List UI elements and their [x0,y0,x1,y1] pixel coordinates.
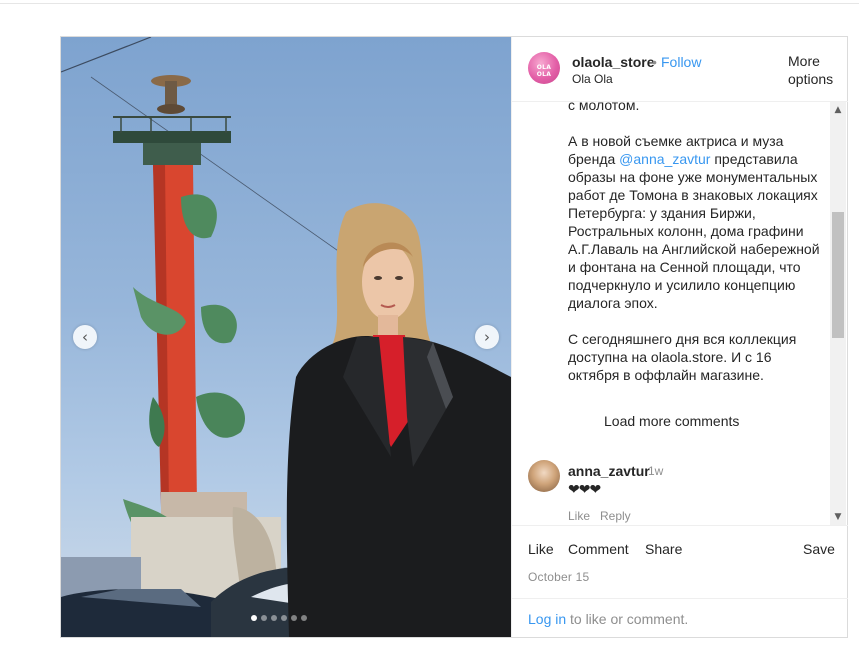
separator-dot: • [652,54,657,70]
post-dialog: ‹ › OLA OLA olaola_store • Follow Ola Ol… [60,36,848,638]
login-link[interactable]: Log in [528,611,566,627]
scroll-down-arrow-icon[interactable]: ▼ [830,509,846,525]
photo-illustration [61,37,511,637]
more-options-button[interactable]: More options [788,52,848,88]
carousel-dot [281,615,287,621]
post-actions: Like Comment Share Save October 15 Log i… [512,525,848,638]
comment-timestamp: 1w [648,464,664,478]
carousel-dot [261,615,267,621]
login-prompt: Log in to like or comment. [512,598,848,639]
carousel-dots [251,615,307,621]
carousel-dot [301,615,307,621]
caption-line: с молотом. [568,102,640,113]
share-button[interactable]: Share [645,541,682,557]
caption-paragraph: С сегодняшнего дня вся коллекция доступн… [568,331,797,383]
post-date[interactable]: October 15 [528,570,589,584]
comment-text: ❤❤❤ [568,481,601,497]
follow-button[interactable]: Follow [661,54,701,70]
username-link[interactable]: olaola_store [572,54,654,70]
comment-avatar[interactable] [528,460,560,492]
top-divider [0,3,859,4]
account-full-name: Ola Ola [572,72,613,86]
login-prompt-text: to like or comment. [570,611,689,627]
comments-list[interactable]: с молотом. А в новой съемке актриса и му… [512,102,830,523]
previous-slide-button[interactable]: ‹ [73,325,97,349]
caption-text: представила образы на фоне уже монумента… [568,151,820,311]
carousel-dot [251,615,257,621]
post-photo[interactable]: ‹ › [61,37,511,637]
carousel-dot [271,615,277,621]
avatar[interactable]: OLA OLA [528,52,560,84]
load-more-comments-button[interactable]: Load more comments [604,413,739,429]
save-button[interactable]: Save [803,541,835,557]
avatar-logo-text: OLA OLA [536,64,552,78]
comment-button[interactable]: Comment [568,541,629,557]
carousel-dot [291,615,297,621]
comments-scrollbar[interactable]: ▲ ▼ [830,102,846,525]
next-slide-button[interactable]: › [475,325,499,349]
mention-link[interactable]: @anna_zavtur [619,151,710,167]
like-button[interactable]: Like [528,541,554,557]
post-header: OLA OLA olaola_store • Follow Ola Ola Mo… [512,37,848,102]
caption-paragraph: А в новой съемке актриса и муза бренда @… [568,132,820,312]
comment-reply-button[interactable]: Reply [600,509,631,523]
scroll-up-arrow-icon[interactable]: ▲ [830,102,846,118]
chevron-left-icon: ‹ [82,327,88,346]
chevron-right-icon: › [484,327,490,346]
post-side-panel: OLA OLA olaola_store • Follow Ola Ola Mo… [511,37,848,637]
scrollbar-thumb[interactable] [832,212,844,338]
comment-username[interactable]: anna_zavtur [568,463,650,479]
comment-like-button[interactable]: Like [568,509,590,523]
post-caption: с молотом. А в новой съемке актриса и му… [568,102,820,402]
